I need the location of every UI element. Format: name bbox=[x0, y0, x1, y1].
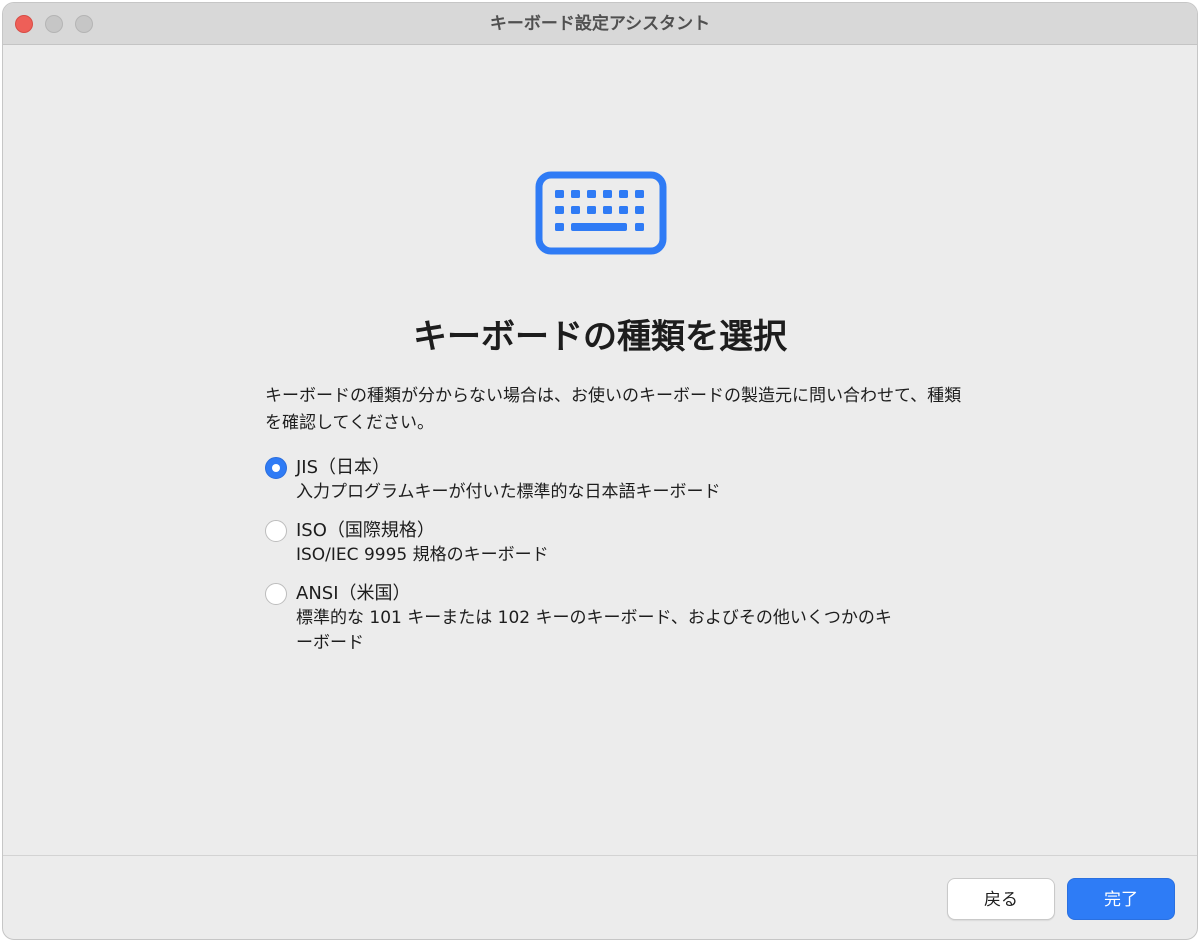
title-bar: キーボード設定アシスタント bbox=[3, 3, 1197, 45]
radio-ansi[interactable] bbox=[265, 583, 287, 605]
option-description: ISO/IEC 9995 規格のキーボード bbox=[296, 545, 549, 565]
radio-jis[interactable] bbox=[265, 457, 287, 479]
done-button[interactable]: 完了 bbox=[1067, 878, 1175, 920]
keyboard-icon bbox=[535, 171, 667, 255]
instruction-text: キーボードの種類が分からない場合は、お使いのキーボードの製造元に問い合わせて、種… bbox=[265, 386, 962, 433]
option-description: 入力プログラムキーが付いた標準的な日本語キーボード bbox=[296, 482, 721, 502]
window-title: キーボード設定アシスタント bbox=[489, 14, 711, 34]
option-title[interactable]: JIS（日本） bbox=[296, 455, 390, 481]
radio-iso[interactable] bbox=[265, 520, 287, 542]
option-title[interactable]: ISO（国際規格） bbox=[296, 518, 435, 544]
assistant-window: キーボード設定アシスタント キーボードの種類を選択 キーボードの種類が分からない… bbox=[2, 2, 1198, 940]
back-button[interactable]: 戻る bbox=[947, 878, 1055, 920]
page-title: キーボードの種類を選択 bbox=[413, 317, 787, 357]
option-title[interactable]: ANSI（米国） bbox=[296, 581, 411, 607]
footer-divider bbox=[3, 855, 1197, 856]
option-description: 標準的な 101 キーまたは 102 キーのキーボード、およびその他いくつかのキ… bbox=[296, 608, 892, 653]
